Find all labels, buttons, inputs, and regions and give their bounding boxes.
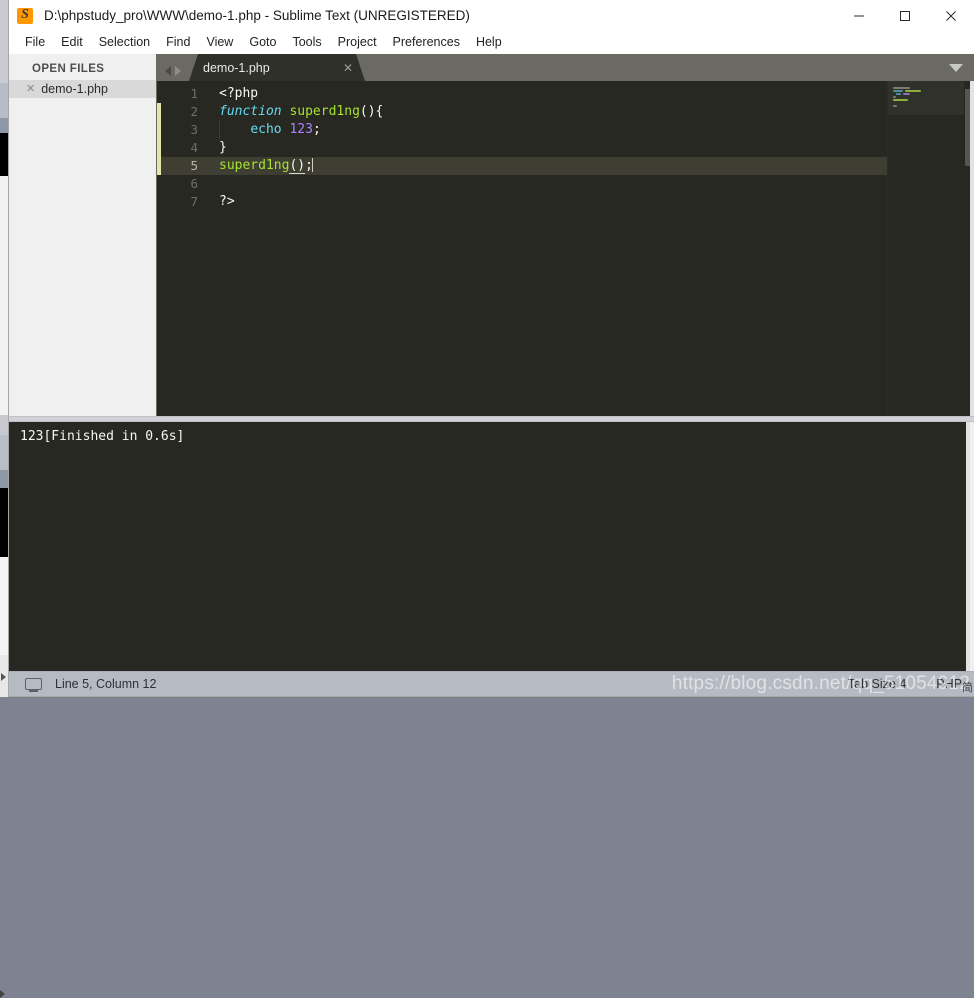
code-token: 123 <box>289 122 313 137</box>
minimap-line <box>896 93 901 95</box>
syntax-label[interactable]: PHP <box>936 677 962 691</box>
code-token: ; <box>312 122 321 137</box>
sidebar: OPEN FILES ✕ demo-1.php <box>9 54 157 416</box>
build-output-text: 123[Finished in 0.6s] <box>20 429 185 444</box>
monitor-icon[interactable] <box>25 678 42 692</box>
tab-size-label[interactable]: Tab Size 4 <box>848 677 906 691</box>
code-line[interactable] <box>207 175 887 193</box>
sublime-text-logo-icon <box>17 7 33 24</box>
sidebar-section-open-files: OPEN FILES <box>32 63 105 75</box>
line-number: 4 <box>190 140 198 155</box>
code-token: echo <box>250 122 282 137</box>
line-number: 3 <box>190 122 198 137</box>
menu-item-selection[interactable]: Selection <box>91 33 158 52</box>
menu-item-project[interactable]: Project <box>330 33 385 52</box>
close-icon[interactable]: ✕ <box>26 83 35 95</box>
chevron-left-icon[interactable] <box>165 66 171 76</box>
code-token: () <box>289 158 306 174</box>
code-token: } <box>219 140 227 155</box>
menu-item-view[interactable]: View <box>198 33 241 52</box>
code-token: (){ <box>359 104 384 119</box>
minimap-line <box>893 87 910 89</box>
line-number: 2 <box>190 104 198 119</box>
sidebar-item-label: demo-1.php <box>41 82 108 96</box>
minimap-line <box>893 90 903 92</box>
code-token: superd1ng <box>289 104 360 119</box>
menu-item-preferences[interactable]: Preferences <box>385 33 468 52</box>
ime-indicator: 简 <box>962 681 973 694</box>
tab-label: demo-1.php <box>203 60 270 75</box>
window-title: D:\phpstudy_pro\WWW\demo-1.php - Sublime… <box>44 8 470 23</box>
build-output-panel: 123[Finished in 0.6s] <box>9 422 974 671</box>
line-number-gutter: 1 2 3 4 5 6 7 <box>161 81 207 416</box>
line-number: 6 <box>190 176 198 191</box>
line-number-active: 5 <box>161 157 207 175</box>
title-bar: D:\phpstudy_pro\WWW\demo-1.php - Sublime… <box>9 0 974 31</box>
close-icon[interactable]: ✕ <box>309 62 353 74</box>
window-controls <box>836 0 974 31</box>
line-number: 7 <box>190 194 198 209</box>
maximize-button[interactable] <box>882 0 928 31</box>
menu-item-edit[interactable]: Edit <box>53 33 91 52</box>
minimize-button[interactable] <box>836 0 882 31</box>
tab-nav-arrows <box>165 66 181 76</box>
minimap-line <box>905 90 921 92</box>
cursor-position-label[interactable]: Line 5, Column 12 <box>55 677 156 691</box>
close-button[interactable] <box>928 0 974 31</box>
code-line[interactable]: function superd1ng(){ <box>207 103 887 121</box>
menu-item-goto[interactable]: Goto <box>241 33 284 52</box>
build-output-console[interactable]: 123[Finished in 0.6s] <box>9 422 966 671</box>
code-token: superd1ng <box>219 158 290 173</box>
minimap[interactable] <box>887 81 974 416</box>
line-number: 1 <box>190 86 198 101</box>
code-token: function <box>219 104 282 119</box>
menu-item-file[interactable]: File <box>17 33 53 52</box>
console-right-edge <box>966 422 970 671</box>
code-lines[interactable]: <?php function superd1ng(){ echo 123;} sup… <box>207 81 887 416</box>
menu-item-tools[interactable]: Tools <box>284 33 329 52</box>
editor-column: demo-1.php ✕ 1 2 3 4 5 6 7 <?php functio… <box>157 54 974 416</box>
status-bar-right-group: Tab Size 4 PHP <box>848 672 962 696</box>
code-line[interactable]: <?php <box>207 85 887 103</box>
code-line[interactable]: superd1ng(); <box>207 157 887 175</box>
background-scroll-arrow-bottom-icon <box>1 673 6 681</box>
sidebar-item-demo-1-php[interactable]: ✕ demo-1.php <box>9 80 156 98</box>
workspace-row: OPEN FILES ✕ demo-1.php demo-1.php ✕ 1 2… <box>9 54 974 416</box>
background-scroll-arrow-icon <box>0 990 5 998</box>
indent-guide <box>219 121 220 139</box>
code-token: <?php <box>219 86 259 101</box>
menu-item-find[interactable]: Find <box>158 33 198 52</box>
sublime-text-window: D:\phpstudy_pro\WWW\demo-1.php - Sublime… <box>8 0 974 697</box>
minimap-line <box>893 99 908 101</box>
code-token: ?> <box>219 194 235 209</box>
menu-bar: File Edit Selection Find View Goto Tools… <box>9 31 974 54</box>
code-line[interactable]: echo 123; <box>207 121 887 139</box>
minimap-line <box>903 93 910 95</box>
menu-item-help[interactable]: Help <box>468 33 510 52</box>
text-caret <box>311 158 313 172</box>
code-line[interactable]: ?> <box>207 193 887 211</box>
tab-bar: demo-1.php ✕ <box>157 54 974 81</box>
tab-demo-1-php[interactable]: demo-1.php ✕ <box>189 54 365 81</box>
minimap-line <box>893 105 897 107</box>
tab-overflow-menu-button[interactable] <box>938 54 974 81</box>
chevron-down-icon <box>949 63 963 72</box>
code-editor[interactable]: 1 2 3 4 5 6 7 <?php function superd1ng(){… <box>157 81 974 416</box>
minimap-line <box>893 96 896 98</box>
chevron-right-icon[interactable] <box>175 66 181 76</box>
status-bar: Line 5, Column 12 Tab Size 4 PHP https:/… <box>9 671 974 696</box>
editor-right-edge <box>970 81 974 416</box>
code-line[interactable]: } <box>207 139 887 157</box>
